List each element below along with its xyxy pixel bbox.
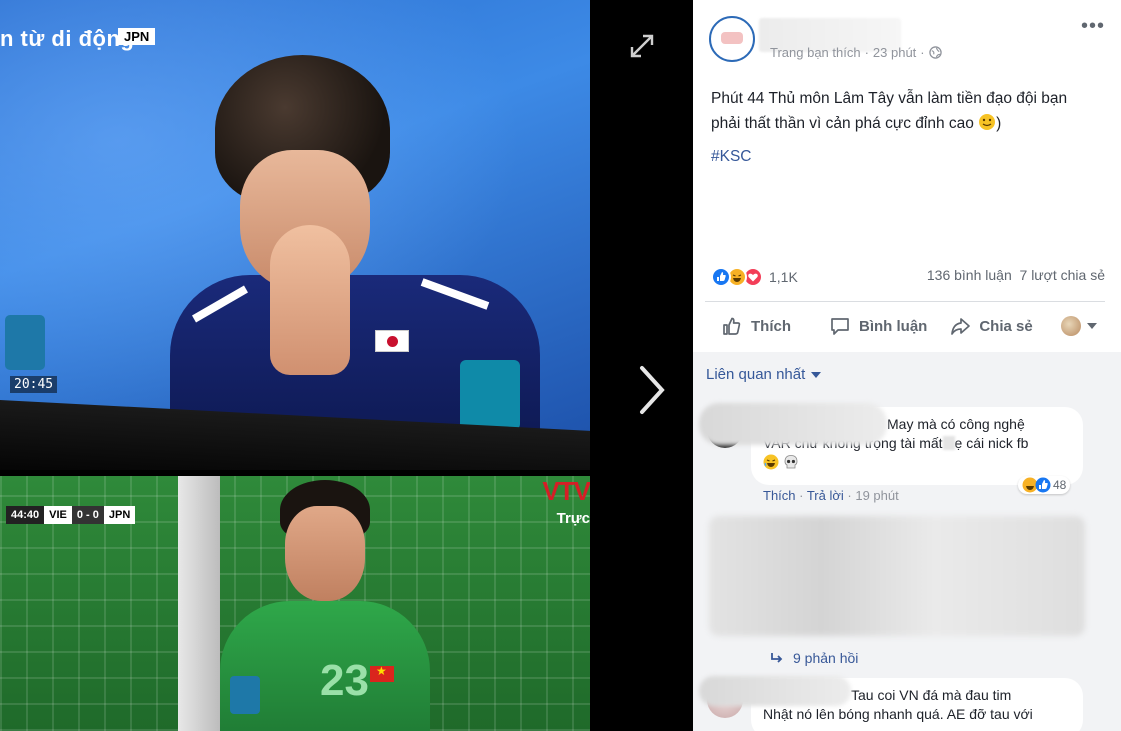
scoreboard-home: VIE <box>44 506 72 524</box>
shares-count[interactable]: 7 lượt chia sẻ <box>1020 267 1105 283</box>
comment-time[interactable]: 19 phút <box>855 488 898 503</box>
redacted-commenter-name <box>699 403 887 445</box>
broadcast-live-text: Trực <box>556 510 590 527</box>
asian-cup-badge-left <box>5 315 45 370</box>
comment-reaction-summary[interactable]: 48 <box>1018 476 1071 494</box>
comment-sort-label: Liên quan nhất <box>706 366 806 383</box>
like-reaction-icon <box>711 267 731 287</box>
comments-count[interactable]: 136 bình luận <box>927 267 1012 283</box>
post-panel: Trang bạn thích · 23 phút · ••• Phút 44 … <box>693 0 1121 731</box>
post-text-line1: Phút 44 Thủ môn Lâm Tây vẫn làm tiền đạo… <box>711 90 1068 107</box>
replies-count-label: 9 phản hồi <box>793 650 859 666</box>
user-avatar <box>1060 316 1081 336</box>
like-button[interactable]: Thích <box>705 315 791 337</box>
smile-emoji-icon <box>979 114 996 130</box>
caret-down-icon <box>811 371 822 378</box>
comment-meta: Thích · Trả lời · 19 phút <box>763 488 899 503</box>
chevron-right-icon[interactable] <box>636 364 668 416</box>
japan-player-figure <box>170 55 550 455</box>
redacted-comment <box>709 516 1085 636</box>
more-options-icon[interactable]: ••• <box>1081 16 1105 36</box>
like-reaction-icon <box>1035 477 1051 493</box>
tv-clock: 20:45 <box>10 376 58 393</box>
post-text: Phút 44 Thủ môn Lâm Tây vẫn làm tiền đạo… <box>711 86 1111 136</box>
reaction-summary[interactable]: 1,1K <box>711 267 798 287</box>
post-text-line2: phải thất thần vì cản phá cực đỉnh cao <box>711 115 974 132</box>
comment-button[interactable]: Bình luận <box>813 315 927 337</box>
japan-flag-patch <box>375 330 409 352</box>
share-icon <box>951 318 971 335</box>
comment-icon <box>831 318 849 335</box>
divider <box>705 301 1105 302</box>
reaction-identity-selector[interactable] <box>1060 316 1097 336</box>
like-button-label: Thích <box>751 317 791 335</box>
comment-like-link[interactable]: Thích <box>763 488 796 503</box>
comment-reaction-count: 48 <box>1053 478 1067 492</box>
photo-caption-text: n từ di động <box>0 26 135 51</box>
asian-cup-badge-small <box>230 676 260 714</box>
comments-section: Liên quan nhất May mà có công nghệ VAR c… <box>693 352 1121 731</box>
comment-line2b: ẹ cái nick fb <box>954 435 1029 451</box>
post-text-tail: ) <box>996 115 1002 132</box>
post-meta: Trang bạn thích · 23 phút · <box>770 45 942 60</box>
photo-japan-player: n từ di động JPN 20:45 <box>0 0 590 470</box>
post-hashtag[interactable]: #KSC <box>711 148 752 166</box>
post-meta-source[interactable]: Trang bạn thích <box>770 45 861 60</box>
thumbs-up-icon <box>723 317 741 335</box>
scoreboard-time: 44:40 <box>6 506 45 524</box>
expand-icon[interactable] <box>628 32 656 60</box>
comment-sort-dropdown[interactable]: Liên quan nhất <box>706 366 822 383</box>
post-stats: 136 bình luận 7 lượt chia sẻ <box>927 267 1105 283</box>
scoreboard: 44:40 VIE 0 - 0 JPN <box>6 506 136 524</box>
skull-emoji-icon <box>784 455 798 469</box>
view-replies-link[interactable]: 9 phản hồi <box>769 650 858 666</box>
scoreboard-score: 0 - 0 <box>71 506 104 524</box>
vietnam-flag-patch <box>370 664 394 682</box>
page-avatar[interactable] <box>709 16 755 62</box>
post-actions: Thích Bình luận Chia sẻ <box>705 306 1109 346</box>
post-meta-time[interactable]: 23 phút <box>873 45 916 60</box>
globe-icon <box>928 46 942 59</box>
comment-reply-link[interactable]: Trả lời <box>807 488 844 503</box>
broadcaster-logo: VTV <box>542 476 590 506</box>
shirt-number: 23 <box>320 656 369 705</box>
comment-button-label: Bình luận <box>859 317 928 335</box>
photo-viewer[interactable]: n từ di động JPN 20:45 23 44:40 VIE 0 - … <box>0 0 693 731</box>
reply-arrow-icon <box>771 653 783 663</box>
share-button-label: Chia sẻ <box>979 317 1033 335</box>
redacted-commenter-name <box>699 676 851 706</box>
share-button[interactable]: Chia sẻ <box>949 315 1033 337</box>
laughing-emoji-icon <box>763 454 779 470</box>
caret-down-icon <box>1086 323 1097 329</box>
team-chip: JPN <box>118 28 156 45</box>
goalkeeper-figure: 23 <box>220 476 440 731</box>
goal-post <box>178 476 220 731</box>
photo-vietnam-goalkeeper: 23 44:40 VIE 0 - 0 JPN VTV Trực <box>0 476 590 731</box>
comment-line2: Nhật nó lên bóng nhanh quá. AE đỡ tau vớ… <box>763 706 1033 722</box>
reaction-count: 1,1K <box>769 269 798 285</box>
scoreboard-away: JPN <box>103 506 136 524</box>
asian-cup-badge <box>460 360 520 430</box>
